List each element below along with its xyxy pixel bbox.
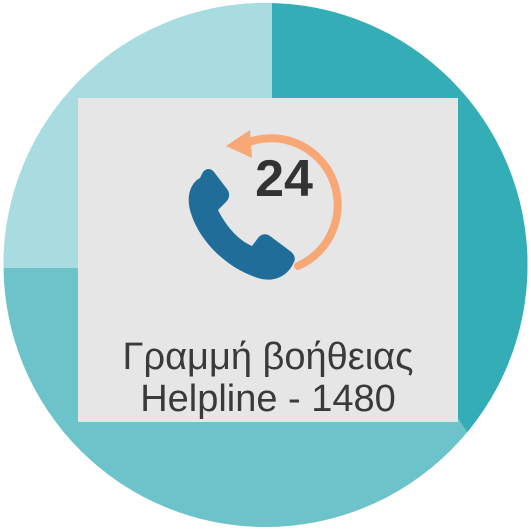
helpline-24-icon: 24	[188, 130, 342, 280]
helpline-title-english: Helpline - 1480	[140, 378, 396, 420]
badge-number: 24	[255, 150, 313, 208]
helpline-card[interactable]: 24 Γραμμή βοήθειας Helpline - 1480	[78, 98, 458, 422]
helpline-badge: 24 Γραμμή βοήθειας Helpline - 1480	[0, 0, 531, 530]
helpline-title-greek: Γραμμή βοήθειας	[122, 336, 414, 378]
